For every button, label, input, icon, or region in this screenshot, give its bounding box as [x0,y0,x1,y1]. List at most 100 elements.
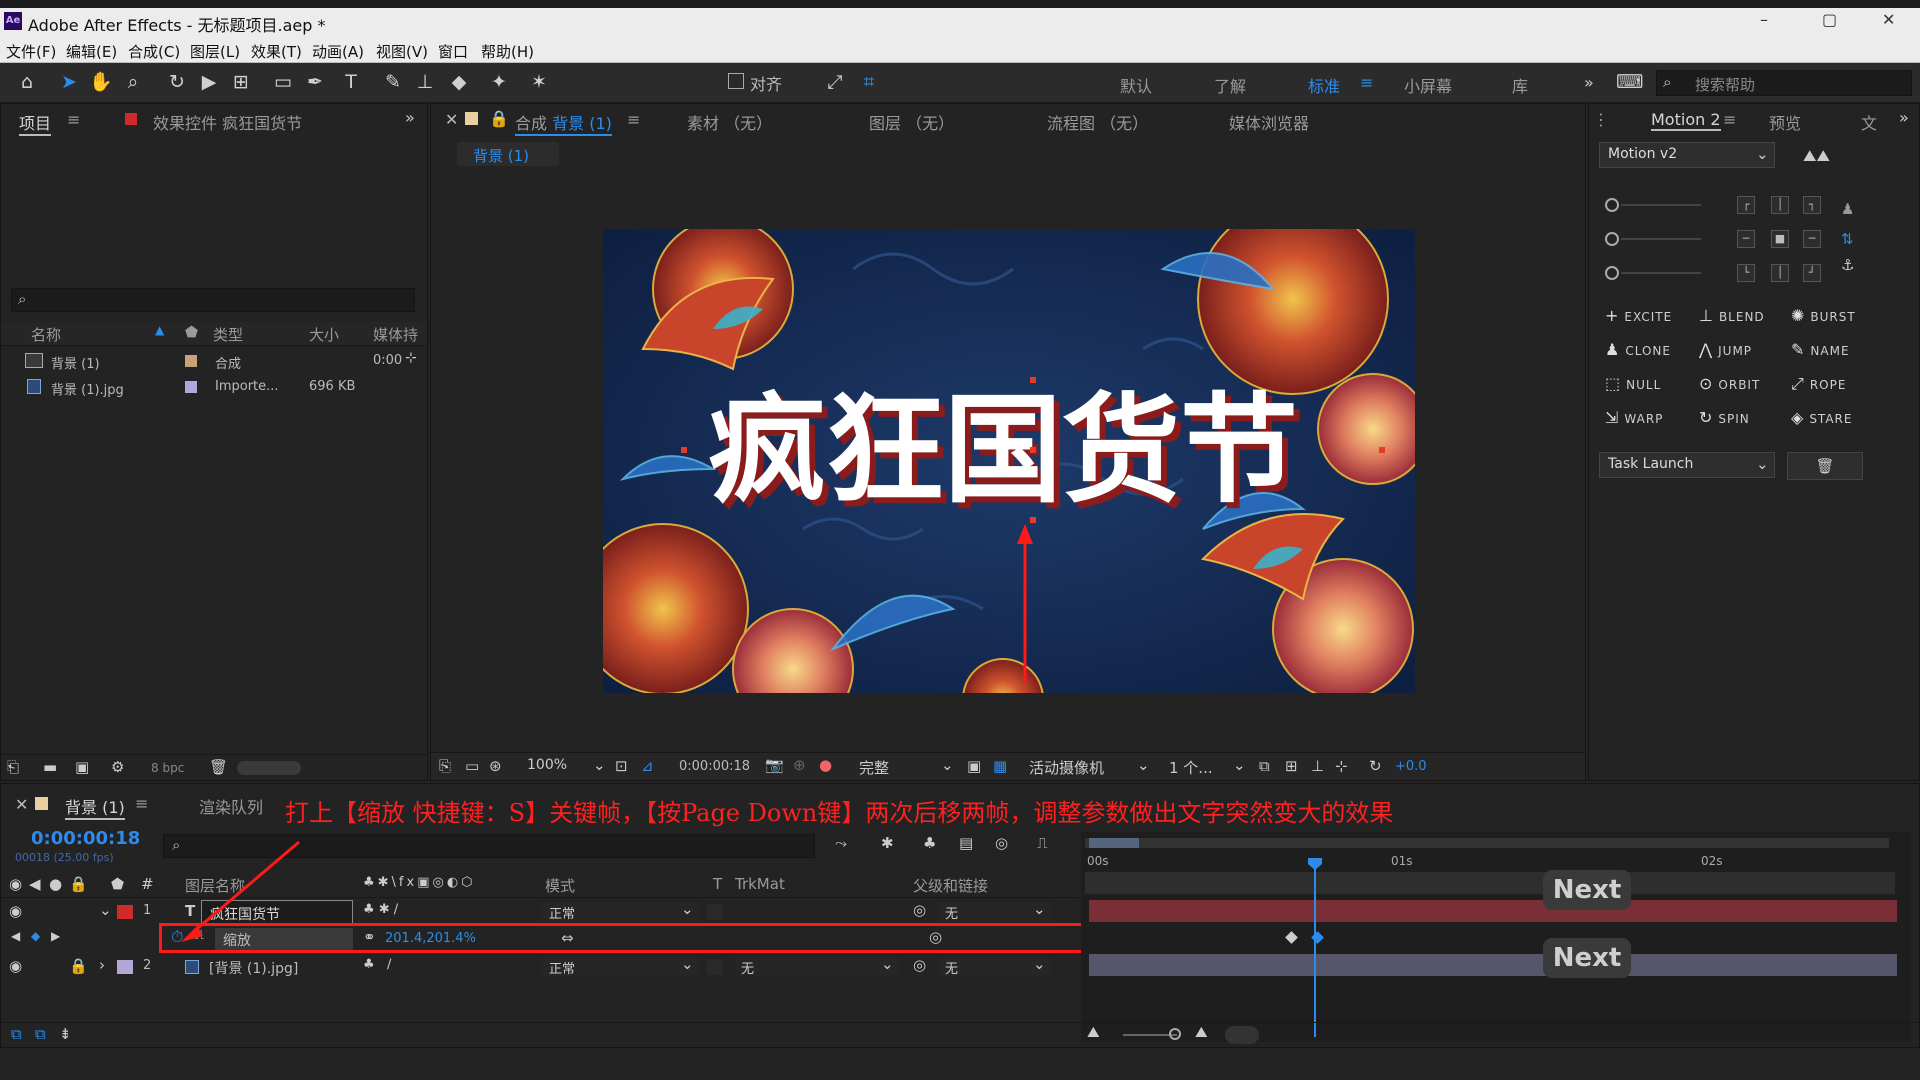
workspace-small-screen[interactable]: 小屏幕 [1404,73,1452,97]
resolution-chevron-icon[interactable]: ⌄ [941,756,954,774]
always-preview-icon[interactable]: ⎘ [439,757,451,775]
column-mode[interactable]: 模式 [545,875,575,896]
preserve-transparency-checkbox[interactable] [707,904,723,920]
delete-icon[interactable]: 🗑 [209,758,228,776]
menu-file[interactable]: 文件(F) [6,41,56,62]
label-color-icon[interactable] [117,960,133,974]
mountains-icon[interactable]: ⛰⛰ [1803,146,1830,166]
column-parent[interactable]: 父级和链接 [913,875,988,896]
hand-tool-icon[interactable]: ✋ [88,69,114,95]
rope-button[interactable]: ⤢ ROPE [1791,374,1846,394]
views-chevron-icon[interactable]: ⌄ [1233,756,1246,774]
workspace-library[interactable]: 库 [1512,73,1528,97]
pan-behind-tool-icon[interactable]: ⊞ [228,69,254,95]
panel-menu-icon[interactable]: ≡ [67,110,80,129]
slider-track-3[interactable] [1621,272,1701,274]
close-button[interactable]: ✕ [1882,10,1895,29]
tab-preview[interactable]: 预览 [1769,110,1801,134]
menu-effect[interactable]: 效果(T) [251,41,302,62]
views-select[interactable]: 1 个... [1169,757,1213,778]
zoom-tool-icon[interactable]: ⌕ [120,69,146,95]
timeline-toggle-icon[interactable]: ⊞ [1285,757,1298,775]
stare-button[interactable]: ◈ STARE [1791,408,1852,427]
frame-blending-icon[interactable]: ▤ [959,834,973,852]
rotate-tool-icon[interactable]: ↻ [164,69,190,95]
anchor-bottom-right-icon[interactable]: ┘ [1803,264,1821,282]
minimize-button[interactable]: – [1760,10,1768,29]
column-type[interactable]: 类型 [213,324,243,345]
anchor-bottom-icon[interactable]: │ [1771,264,1789,282]
bit-depth-label[interactable]: 8 bpc [151,761,184,775]
spin-button[interactable]: ↻ SPIN [1699,408,1750,427]
channel-icon[interactable]: ● [819,756,832,774]
lock-icon[interactable]: 🔒 [69,957,88,975]
orbit-button[interactable]: ⊙ ORBIT [1699,374,1760,393]
zoom-out-icon[interactable]: ⛰ [1087,1023,1100,1041]
zoom-slider-knob[interactable] [1169,1028,1181,1040]
collapsed-tab-icon[interactable]: 文 [1861,110,1877,134]
monitor-icon[interactable]: ▭ [465,757,479,775]
layer-switches-icon[interactable]: ♣ ✱ ∕ [363,902,398,917]
roto-brush-tool-icon[interactable]: ✦ [486,69,512,95]
table-row[interactable]: ◉ 🔒 › 2 [背景 (1).jpg] ♣ ∕ 正常 ⌄ 无 ⌄ ◎ 无 ⌄ [1,954,1079,980]
help-search-input[interactable]: 搜索帮助 [1695,74,1755,95]
tab-motion2[interactable]: Motion 2 [1651,110,1721,131]
align-checkbox[interactable] [728,73,744,89]
keyframe-diamond-1[interactable] [1285,931,1298,944]
menu-edit[interactable]: 编辑(E) [66,41,117,62]
column-trkmat[interactable]: TrkMat [735,875,785,893]
new-folder-icon[interactable]: ▬ [43,758,57,776]
workspace-standard[interactable]: 标准 [1308,73,1340,97]
layer-bar-text[interactable] [1089,900,1897,922]
mode-select[interactable]: 正常 ⌄ [541,955,699,977]
new-composition-icon[interactable]: ▣ [75,758,89,776]
preserve-transparency-checkbox[interactable] [707,959,723,975]
panel-menu-icon[interactable]: ≡ [1723,110,1736,129]
viewer-timecode[interactable]: 0:00:00:18 [679,759,750,774]
parent-select[interactable]: 无 ⌄ [939,900,1051,922]
eraser-tool-icon[interactable]: ◆ [446,69,472,95]
anchor-left-icon[interactable]: ─ [1737,230,1755,248]
column-t[interactable]: T [713,875,722,893]
show-snapshot-icon[interactable]: ⊕ [793,756,806,774]
playhead-icon[interactable] [1308,858,1322,870]
camera-chevron-icon[interactable]: ⌄ [1137,756,1150,774]
graph-editor-icon[interactable]: ⎍ [1037,834,1048,852]
trkmat-select[interactable]: 无 ⌄ [735,955,899,977]
transparency-grid-icon[interactable]: ▦ [993,757,1007,775]
excite-button[interactable]: + EXCITE [1605,306,1672,325]
track-area[interactable]: 00s 01s 02s Next Next [1081,832,1911,1042]
comp-mini-flowchart-icon[interactable]: ⤳ [835,834,847,852]
work-area-bar[interactable] [1085,838,1889,848]
anchor-icon[interactable]: ⚓ [1841,256,1854,274]
zoom-in-icon[interactable]: ⛰ [1195,1023,1208,1041]
slider-knob-1[interactable] [1605,198,1619,212]
arrow-updown-icon[interactable]: ⇅ [1841,230,1854,248]
type-tool-icon[interactable]: T [338,69,364,95]
transfer-controls-toggle-icon[interactable]: ⧉ [35,1025,46,1043]
list-item[interactable]: 背景 (1) 合成 0:00 ⊹ [1,348,427,374]
layer-switches-icon[interactable]: ♣ ∕ [363,957,391,972]
brush-tool-icon[interactable]: ✎ [380,69,406,95]
in-out-toggle-icon[interactable]: ⇟ [59,1025,72,1043]
pickwhip-icon[interactable]: ◎ [913,956,926,974]
name-button[interactable]: ✎ NAME [1791,340,1850,359]
region-of-interest-icon[interactable]: ▣ [967,757,981,775]
null-button[interactable]: ⬚ NULL [1605,374,1661,393]
expand-chevron-icon[interactable]: › [99,956,105,974]
work-area-start[interactable] [1089,838,1139,848]
layer-bar-image[interactable] [1089,954,1897,976]
burst-button[interactable]: ✺ BURST [1791,306,1856,325]
snap-icon[interactable]: ⤢ [822,69,848,95]
warp-button[interactable]: ⇲ WARP [1605,408,1663,427]
sort-asc-icon[interactable]: ▲ [155,323,164,337]
title-safe-icon[interactable]: ⊡ [615,757,628,775]
jump-button[interactable]: ⋀ JUMP [1699,340,1752,359]
parent-select[interactable]: 无 ⌄ [939,955,1051,977]
blend-button[interactable]: ⊥ BLEND [1699,306,1765,325]
menu-composition[interactable]: 合成(C) [128,41,180,62]
project-search-input[interactable]: ⌕ [11,288,415,312]
column-size[interactable]: 大小 [309,324,339,345]
exposure-value[interactable]: +0.0 [1395,759,1427,774]
anchor-top-left-icon[interactable]: ┌ [1737,196,1755,214]
